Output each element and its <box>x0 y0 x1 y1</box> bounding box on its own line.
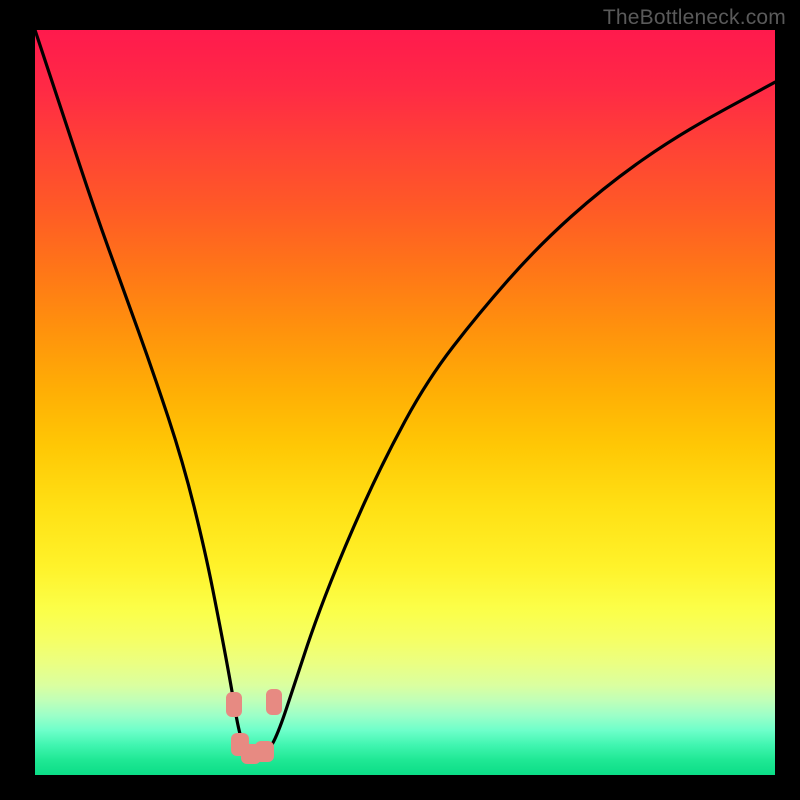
chart-frame: TheBottleneck.com <box>0 0 800 800</box>
marker-right-joint-top <box>266 689 282 714</box>
watermark-text: TheBottleneck.com <box>603 6 786 30</box>
marker-layer <box>35 30 775 775</box>
marker-left-joint-top <box>226 692 242 717</box>
marker-valley-mid-right <box>255 741 274 762</box>
plot-area <box>35 30 775 775</box>
